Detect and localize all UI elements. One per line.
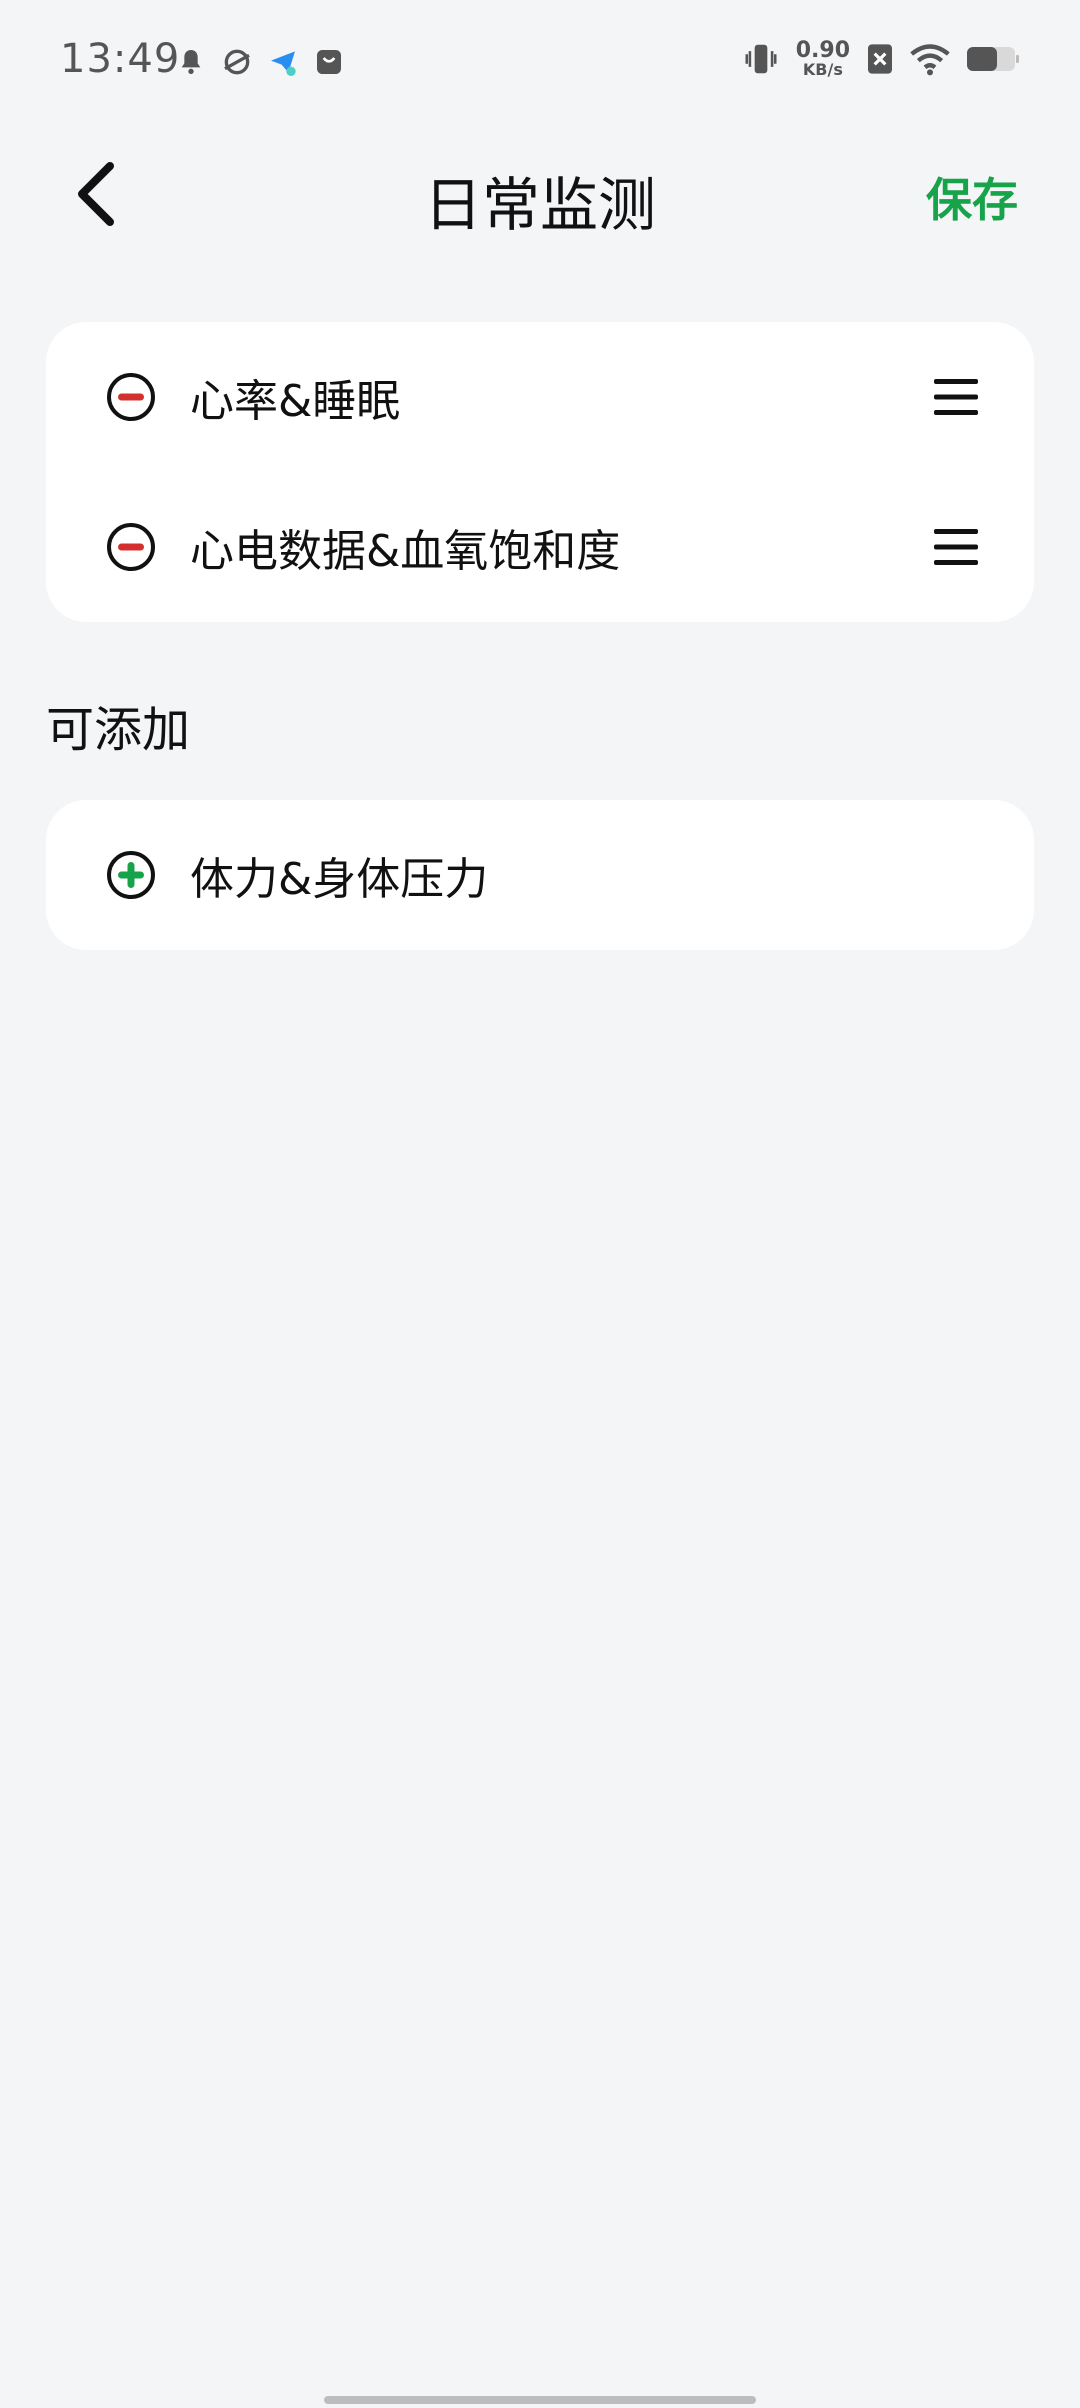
vibrate-icon bbox=[745, 44, 777, 74]
list-item[interactable]: 体力&身体压力 bbox=[46, 800, 1034, 950]
wifi-icon bbox=[910, 44, 950, 76]
addable-items-card: 体力&身体压力 bbox=[46, 800, 1034, 950]
network-speed: 0.90 KB/s bbox=[796, 40, 850, 78]
shopping-bag-icon bbox=[317, 50, 341, 74]
home-indicator[interactable] bbox=[324, 2396, 756, 2404]
status-time: 13:49 bbox=[60, 36, 181, 82]
status-bar: 13:49 0.90 KB/s bbox=[0, 0, 1080, 128]
add-circle-icon[interactable] bbox=[106, 850, 156, 900]
save-button[interactable]: 保存 bbox=[926, 164, 1018, 230]
drag-handle-icon[interactable] bbox=[934, 377, 978, 417]
remove-circle-icon[interactable] bbox=[106, 372, 156, 422]
addable-section-title: 可添加 bbox=[46, 702, 191, 758]
status-right-icons: 0.90 KB/s bbox=[742, 40, 1020, 78]
screen: 13:49 0.90 KB/s 日常监测 保存 心率&睡眠 心电数据&血氧饱和度… bbox=[0, 0, 1080, 2408]
status-left-icons bbox=[175, 46, 345, 78]
app-orbit-icon bbox=[224, 49, 250, 75]
list-item[interactable]: 心率&睡眠 bbox=[46, 322, 1034, 472]
active-items-card: 心率&睡眠 心电数据&血氧饱和度 bbox=[46, 322, 1034, 622]
list-item[interactable]: 心电数据&血氧饱和度 bbox=[46, 472, 1034, 622]
battery-icon bbox=[967, 47, 1019, 71]
network-speed-unit: KB/s bbox=[802, 60, 843, 79]
network-speed-value: 0.90 bbox=[795, 38, 850, 63]
telegram-icon bbox=[271, 51, 296, 76]
sim-off-icon bbox=[868, 44, 892, 74]
remove-circle-icon[interactable] bbox=[106, 522, 156, 572]
list-item-label: 心电数据&血氧饱和度 bbox=[190, 526, 621, 577]
header: 日常监测 保存 bbox=[0, 128, 1080, 258]
list-item-label: 心率&睡眠 bbox=[190, 376, 401, 427]
page-title: 日常监测 bbox=[423, 171, 656, 239]
drag-handle-icon[interactable] bbox=[934, 527, 978, 567]
list-item-label: 体力&身体压力 bbox=[190, 854, 489, 905]
bell-icon bbox=[181, 50, 201, 74]
